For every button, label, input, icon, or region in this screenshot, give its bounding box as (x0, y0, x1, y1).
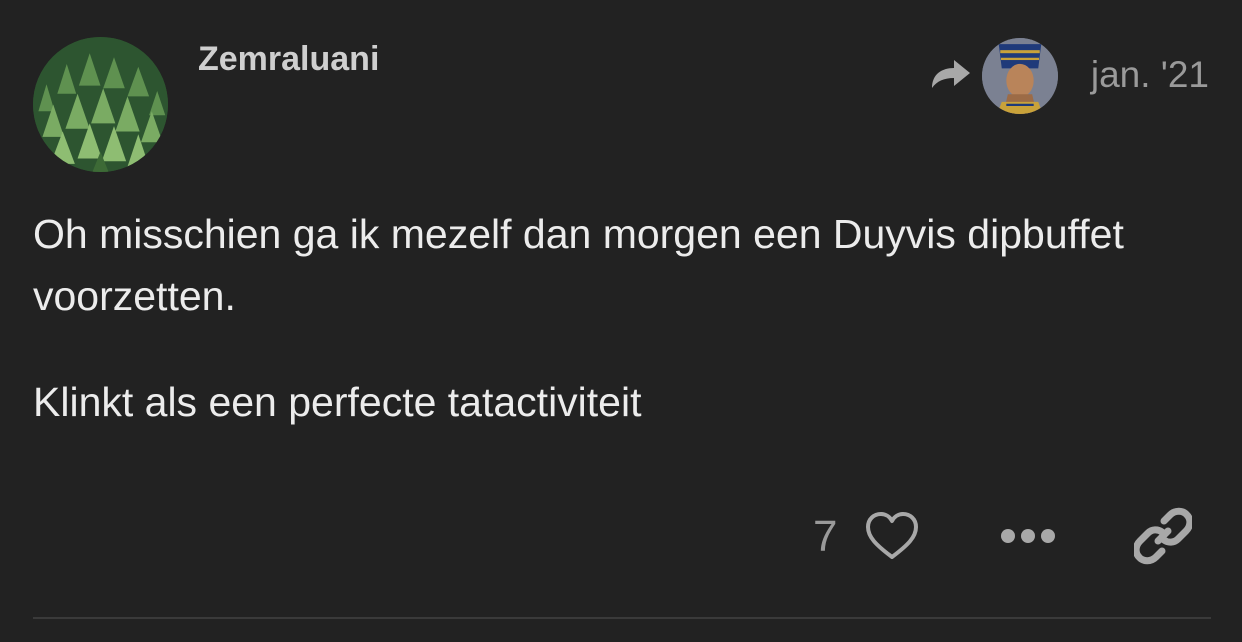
post-divider (33, 617, 1211, 619)
post: Zemraluani jan. '21 Oh misschien ga ik m… (0, 0, 1242, 642)
ellipsis-icon[interactable] (1000, 525, 1056, 547)
reply-to-avatar[interactable] (982, 38, 1058, 114)
user-avatar[interactable] (33, 37, 168, 172)
heart-icon[interactable] (864, 511, 920, 561)
link-icon[interactable] (1134, 507, 1192, 565)
post-paragraph: Oh misschien ga ik mezelf dan morgen een… (33, 211, 1124, 319)
username[interactable]: Zemraluani (198, 40, 379, 79)
nefertiti-avatar-image (982, 38, 1058, 114)
forest-avatar-image (33, 37, 168, 172)
post-body: Oh misschien ga ik mezelf dan morgen een… (33, 203, 1203, 477)
post-paragraph: Klinkt als een perfecte tatactiviteit (33, 379, 642, 425)
post-date[interactable]: jan. '21 (1091, 54, 1209, 96)
reply-arrow-icon[interactable] (928, 54, 974, 94)
like-count[interactable]: 7 (813, 512, 837, 562)
